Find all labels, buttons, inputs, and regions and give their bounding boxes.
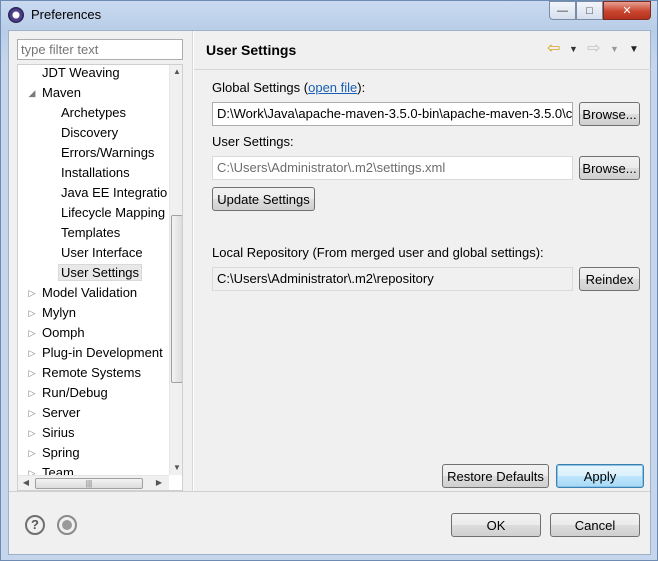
global-settings-label: Global Settings (open file): xyxy=(212,80,366,95)
tree-item-label: Sirius xyxy=(42,425,75,440)
tree-item-label: Discovery xyxy=(61,125,119,140)
collapsed-arrow-icon[interactable]: ▷ xyxy=(27,448,37,458)
tree-item-label: Java EE Integratio xyxy=(61,185,168,200)
tree-item-label: Installations xyxy=(61,165,130,180)
eclipse-icon xyxy=(8,7,24,23)
reindex-button[interactable]: Reindex xyxy=(579,267,640,291)
tree-item[interactable]: Installations xyxy=(61,163,130,183)
forward-arrow-icon[interactable]: ⇨ xyxy=(587,41,600,57)
global-settings-field[interactable]: D:\Work\Java\apache-maven-3.5.0-bin\apac… xyxy=(212,102,573,126)
tree-item[interactable]: User Settings xyxy=(58,263,143,283)
tree-item-label: Run/Debug xyxy=(42,385,108,400)
tree-item[interactable]: JDT Weaving xyxy=(42,65,120,83)
global-browse-button[interactable]: Browse... xyxy=(579,102,640,126)
collapsed-arrow-icon[interactable]: ▷ xyxy=(27,428,37,438)
tree-item-label: User Settings xyxy=(58,264,143,281)
cancel-button[interactable]: Cancel xyxy=(550,513,640,537)
tree-item-label: JDT Weaving xyxy=(42,65,120,80)
user-browse-button[interactable]: Browse... xyxy=(579,156,640,180)
header-divider xyxy=(194,69,651,70)
user-settings-field[interactable]: C:\Users\Administrator\.m2\settings.xml xyxy=(212,156,573,180)
tree-item-label: Spring xyxy=(42,445,80,460)
tree-item-label: Model Validation xyxy=(42,285,138,300)
dialog-body: JDT Weaving ◢ Maven Archetypes Discovery Erro… xyxy=(8,30,651,555)
tree-horizontal-scrollbar[interactable]: ◀ ||| ▶ xyxy=(18,475,169,490)
tree-item[interactable]: User Interface xyxy=(61,243,143,263)
tree-item-label: User Interface xyxy=(61,245,143,260)
maximize-button[interactable]: □ xyxy=(576,1,603,20)
collapsed-arrow-icon[interactable]: ▷ xyxy=(27,348,37,358)
record-macro-icon[interactable] xyxy=(57,515,77,535)
expanded-arrow-icon[interactable]: ◢ xyxy=(27,88,37,98)
preferences-tree: JDT Weaving ◢ Maven Archetypes Discovery Erro… xyxy=(17,64,183,491)
tree-item-label: Errors/Warnings xyxy=(61,145,155,160)
view-menu-icon[interactable]: ▼ xyxy=(629,44,639,55)
tree-item-label: Mylyn xyxy=(42,305,76,320)
back-dropdown-icon[interactable]: ▼ xyxy=(569,44,578,54)
tree-item[interactable]: ▷ Sirius xyxy=(29,423,75,443)
tree-item[interactable]: ▷ Plug-in Development xyxy=(29,343,163,363)
tree-item-label: Remote Systems xyxy=(42,365,141,380)
vertical-scroll-thumb[interactable] xyxy=(171,215,182,383)
close-button[interactable]: ✕ xyxy=(603,1,651,20)
horizontal-scroll-thumb[interactable]: ||| xyxy=(35,478,143,489)
tree-item-label: Templates xyxy=(61,225,121,240)
title-bar[interactable]: Preferences — □ ✕ xyxy=(1,1,657,29)
tree-item[interactable]: ▷ Run/Debug xyxy=(29,383,108,403)
page-title: User Settings xyxy=(206,42,297,58)
page-navigation: ⇦ ▼ ⇨ ▼ ▼ xyxy=(547,41,647,59)
tree-item-label: Server xyxy=(42,405,81,420)
collapsed-arrow-icon[interactable]: ▷ xyxy=(27,408,37,418)
help-icon[interactable]: ? xyxy=(25,515,45,535)
tree-item[interactable]: ▷ Remote Systems xyxy=(29,363,141,383)
tree-item[interactable]: Archetypes xyxy=(61,103,126,123)
scroll-down-arrow-icon[interactable]: ▼ xyxy=(172,463,182,473)
local-repository-field[interactable]: C:\Users\Administrator\.m2\repository xyxy=(212,267,573,291)
tree-item-label: Lifecycle Mapping xyxy=(61,205,166,220)
minimize-button[interactable]: — xyxy=(549,1,576,20)
collapsed-arrow-icon[interactable]: ▷ xyxy=(27,308,37,318)
forward-dropdown-icon[interactable]: ▼ xyxy=(610,44,619,54)
open-file-link[interactable]: open file xyxy=(308,80,357,95)
update-settings-button[interactable]: Update Settings xyxy=(212,187,315,211)
tree-item[interactable]: ▷ Server xyxy=(29,403,81,423)
back-arrow-icon[interactable]: ⇦ xyxy=(547,41,560,57)
scroll-up-arrow-icon[interactable]: ▲ xyxy=(172,67,182,77)
tree-item[interactable]: ▷ Mylyn xyxy=(29,303,76,323)
tree-item[interactable]: ▷ Model Validation xyxy=(29,283,138,303)
tree-item-label: Maven xyxy=(42,85,82,100)
preferences-window: Preferences — □ ✕ JDT Weaving ◢ Maven Arche… xyxy=(0,0,658,561)
filter-input[interactable] xyxy=(17,39,183,60)
tree-item[interactable]: ◢ Maven xyxy=(29,83,82,103)
user-settings-label: User Settings: xyxy=(212,134,294,149)
collapsed-arrow-icon[interactable]: ▷ xyxy=(27,288,37,298)
tree-item-label: Oomph xyxy=(42,325,85,340)
tree-item[interactable]: Lifecycle Mapping xyxy=(61,203,165,223)
tree-item[interactable]: Errors/Warnings xyxy=(61,143,154,163)
pane-divider[interactable] xyxy=(192,31,194,491)
apply-button[interactable]: Apply xyxy=(556,464,644,488)
scroll-right-arrow-icon[interactable]: ▶ xyxy=(154,478,164,488)
tree-item[interactable]: Discovery xyxy=(61,123,118,143)
tree-item[interactable]: ▷ Oomph xyxy=(29,323,85,343)
local-repository-label: Local Repository (From merged user and g… xyxy=(212,245,544,260)
tree-item[interactable]: Java EE Integratio xyxy=(61,183,167,203)
tree-item-label: Plug-in Development xyxy=(42,345,163,360)
collapsed-arrow-icon[interactable]: ▷ xyxy=(27,328,37,338)
restore-defaults-button[interactable]: Restore Defaults xyxy=(442,464,549,488)
footer-divider xyxy=(9,491,650,492)
collapsed-arrow-icon[interactable]: ▷ xyxy=(27,388,37,398)
collapsed-arrow-icon[interactable]: ▷ xyxy=(27,368,37,378)
tree-vertical-scrollbar[interactable]: ▲ ▼ xyxy=(169,65,182,475)
ok-button[interactable]: OK xyxy=(451,513,541,537)
window-title: Preferences xyxy=(31,7,102,22)
tree-item[interactable]: Templates xyxy=(61,223,120,243)
tree-item-label: Archetypes xyxy=(61,105,127,120)
scroll-left-arrow-icon[interactable]: ◀ xyxy=(21,478,31,488)
tree-item[interactable]: ▷ Spring xyxy=(29,443,80,463)
